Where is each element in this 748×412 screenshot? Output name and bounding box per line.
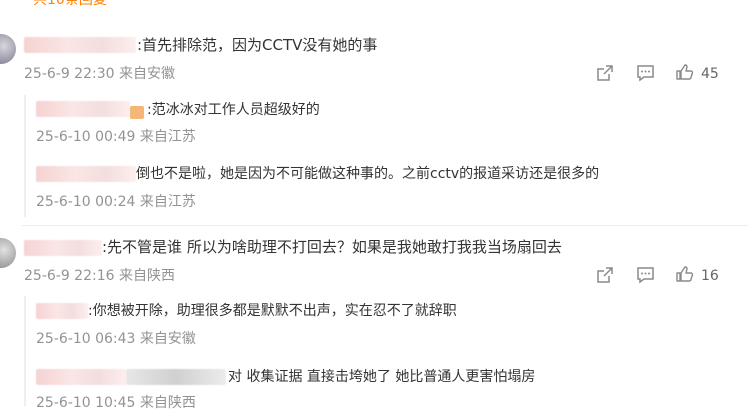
reply-location: 来自江苏 [139, 194, 196, 210]
comment-meta: 25-6-9 22:16 来自陕西 [24, 267, 175, 285]
comment-button[interactable] [636, 64, 655, 82]
comment-icon [637, 65, 654, 82]
blurred-username[interactable] [36, 166, 136, 182]
blurred-username[interactable] [24, 240, 102, 256]
reply-time: 25-6-10 00:24 [36, 194, 136, 210]
reply-text: :你想被开除，助理很多都是默默不出声，实在忍不了就辞职 [88, 303, 457, 319]
blurred-username[interactable] [36, 101, 130, 117]
comment-text: :首先排除范，因为CCTV没有她的事 [137, 36, 378, 54]
comment-time: 25-6-9 22:30 [24, 66, 115, 82]
reply-time: 25-6-10 10:45 [36, 395, 136, 411]
blurred-username[interactable] [24, 37, 136, 53]
comment-location: 来自陕西 [118, 268, 175, 284]
share-icon [597, 267, 613, 283]
like-icon [676, 64, 694, 80]
more-replies-link[interactable]: 共10条回复 [33, 0, 107, 9]
share-button[interactable] [596, 266, 614, 284]
reply-location: 来自江苏 [139, 129, 196, 145]
reply-text: :范冰冰对工作人员超级好的 [147, 102, 320, 118]
reply-time: 25-6-10 06:43 [36, 331, 136, 347]
reply-text: 倒也不是啦，她是因为不可能做这种事的。之前cctv的报道采访还是很多的 [136, 166, 600, 182]
reply-meta: 25-6-10 00:49 来自江苏 [36, 128, 196, 146]
comment-icon [637, 267, 654, 284]
reply-thread-bar [24, 95, 26, 217]
reply-time: 25-6-10 00:49 [36, 129, 136, 145]
reply-meta: 25-6-10 00:24 来自江苏 [36, 193, 196, 211]
blurred-username-part [126, 369, 226, 385]
reply-location: 来自陕西 [139, 395, 196, 411]
avatar[interactable] [0, 34, 16, 64]
comment-text: :先不管是谁 所以为啥助理不打回去？如果是我她敢打我我当场扇回去 [102, 238, 562, 256]
comment-button[interactable] [636, 266, 655, 284]
like-icon [676, 266, 694, 282]
like-count: 45 [701, 66, 719, 82]
reply-meta: 25-6-10 06:43 来自安徽 [36, 330, 196, 348]
reply-location: 来自安徽 [139, 331, 196, 347]
share-icon [597, 65, 613, 81]
blurred-username[interactable] [36, 369, 126, 385]
comment-meta: 25-6-9 22:30 来自安徽 [24, 65, 175, 83]
avatar[interactable] [0, 238, 16, 268]
comment-divider [22, 225, 748, 226]
comment-time: 25-6-9 22:16 [24, 268, 115, 284]
reply-text: 对 收集证据 直接击垮她了 她比普通人更害怕塌房 [228, 369, 536, 385]
comment-location: 来自安徽 [118, 66, 175, 82]
like-button[interactable] [675, 63, 694, 81]
reply-meta: 25-6-10 10:45 来自陕西 [36, 394, 196, 412]
like-button[interactable] [675, 265, 694, 283]
like-count: 16 [701, 268, 719, 284]
blurred-username[interactable] [36, 303, 88, 319]
badge-icon [130, 106, 144, 119]
share-button[interactable] [596, 64, 614, 82]
reply-thread-bar [24, 296, 26, 406]
